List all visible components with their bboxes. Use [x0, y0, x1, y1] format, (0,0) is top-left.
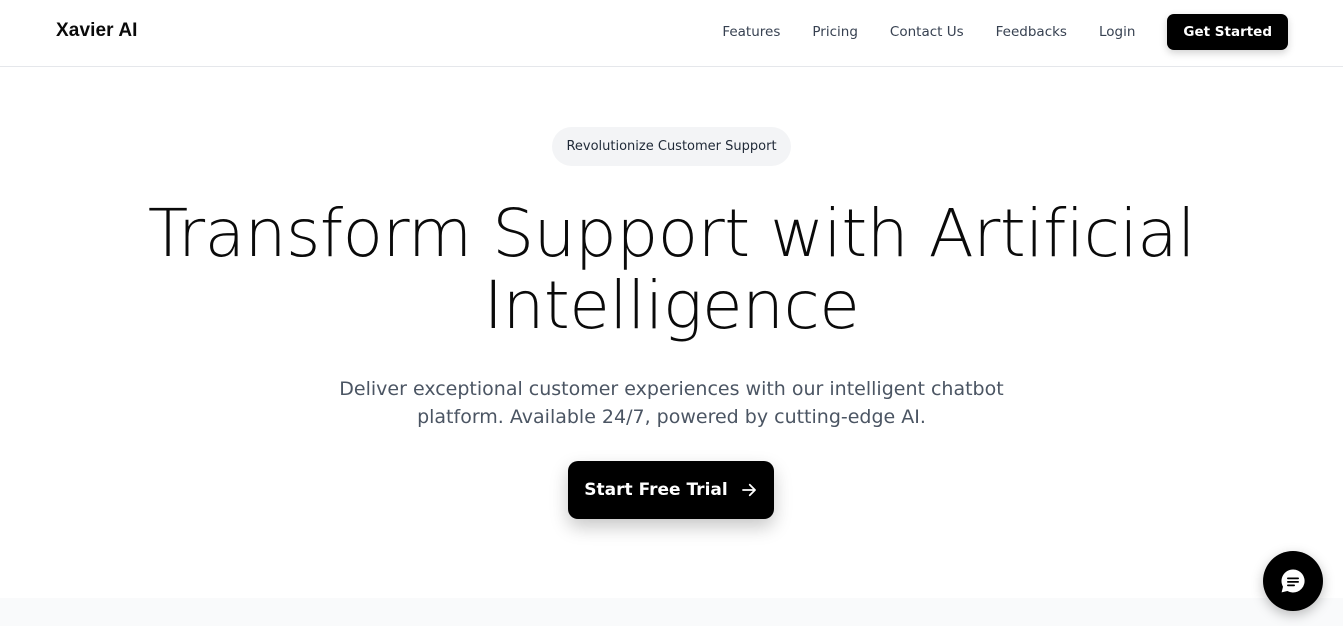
arrow-right-icon	[740, 481, 758, 499]
nav-link-contact-us[interactable]: Contact Us	[890, 24, 964, 40]
hero-subtext-line-1: Deliver exceptional customer experiences…	[339, 378, 1004, 400]
hero-subtext: Deliver exceptional customer experiences…	[0, 375, 1343, 431]
nav-link-login[interactable]: Login	[1099, 24, 1135, 40]
nav-link-features[interactable]: Features	[722, 24, 780, 40]
hero-subtext-line-2: platform. Available 24/7, powered by cut…	[417, 406, 926, 428]
hero-headline-line-1: Transform Support with Artificial	[147, 195, 1196, 272]
hero-headline: Transform Support with Artificial Intell…	[0, 198, 1343, 342]
chat-bubble-icon	[1278, 566, 1308, 596]
nav-link-pricing[interactable]: Pricing	[812, 24, 858, 40]
hero-badge: Revolutionize Customer Support	[552, 127, 791, 166]
get-started-button[interactable]: Get Started	[1167, 14, 1288, 50]
nav-link-feedbacks[interactable]: Feedbacks	[996, 24, 1067, 40]
next-section-band	[0, 598, 1343, 626]
hero-headline-line-2: Intelligence	[483, 267, 860, 344]
start-free-trial-button[interactable]: Start Free Trial	[568, 461, 774, 519]
chat-widget-button[interactable]	[1263, 551, 1323, 611]
brand-logo[interactable]: Xavier AI	[56, 20, 138, 42]
start-free-trial-label: Start Free Trial	[584, 480, 728, 500]
main-nav: Features Pricing Contact Us Feedbacks Lo…	[722, 14, 1288, 50]
top-navigation-bar: Xavier AI Features Pricing Contact Us Fe…	[0, 0, 1343, 67]
